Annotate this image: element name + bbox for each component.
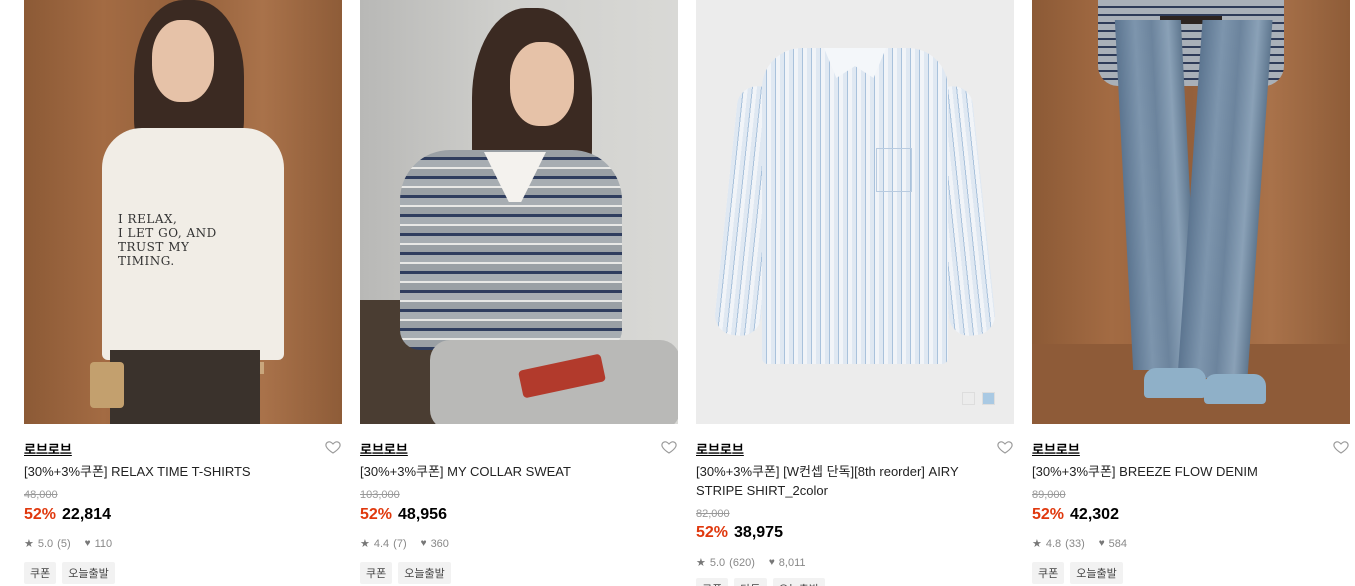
like-count: 584 [1108,537,1128,550]
brand-name[interactable]: 로브로브 [696,439,744,458]
product-card-airy-stripe-shirt[interactable]: 로브로브 [30%+3%쿠폰] [W컨셉 단독][8th reorder] AI… [696,0,1014,586]
original-price: 82,000 [696,508,730,520]
brand-name[interactable]: 로브로브 [1032,439,1080,458]
discount-rate: 52% [1032,506,1065,523]
tag-list: 쿠폰 오늘출발 [360,562,451,584]
sneaker-right [1204,374,1266,404]
like-count: 8,011 [778,556,806,569]
rating-row: ★ 5.0 (5) ♥ 110 [24,537,113,551]
product-image[interactable] [1032,0,1350,424]
like-icon: ♥ [84,538,91,549]
like-count: 360 [430,537,449,550]
product-title[interactable]: [30%+3%쿠폰] MY COLLAR SWEAT [360,462,660,481]
tshirt-print-text: I RELAX, I LET GO, AND TRUST MY TIMING. [118,212,217,268]
heart-icon[interactable] [660,438,678,456]
product-title[interactable]: [30%+3%쿠폰] BREEZE FLOW DENIM [1032,462,1332,481]
tag-list: 쿠폰 단독 오늘출발 [696,578,825,586]
tag-today-ship: 오늘출발 [772,578,825,586]
like-icon: ♥ [420,538,427,549]
rating-row: ★ 4.8 (33) ♥ 584 [1032,537,1128,551]
review-count: (620) [729,556,755,569]
price-row: 52% 38,975 [696,524,783,542]
tag-coupon: 쿠폰 [360,562,393,584]
review-count: (7) [393,537,407,550]
product-title[interactable]: [30%+3%쿠폰] [W컨셉 단독][8th reorder] AIRY ST… [696,462,996,500]
review-count: (5) [57,537,71,550]
color-swatch-white[interactable] [962,392,975,405]
sale-price: 42,302 [1070,506,1119,523]
brand-name[interactable]: 로브로브 [360,439,408,458]
sneaker-left [1144,368,1206,398]
brand-name[interactable]: 로브로브 [24,439,72,458]
product-card-my-collar-sweat[interactable]: 로브로브 [30%+3%쿠폰] MY COLLAR SWEAT 103,000 … [360,0,678,584]
star-icon: ★ [360,538,370,550]
tag-exclusive: 단독 [734,578,767,586]
product-title[interactable]: [30%+3%쿠폰] RELAX TIME T-SHIRTS [24,462,324,481]
tag-today-ship: 오늘출발 [1070,562,1123,584]
pants [110,350,260,424]
shirt-pocket [876,148,912,192]
color-swatch-blue[interactable] [982,392,995,405]
rating: 4.8 [1045,537,1062,550]
product-image[interactable]: I RELAX, I LET GO, AND TRUST MY TIMING. [24,0,342,424]
product-image[interactable] [360,0,678,424]
tag-coupon: 쿠폰 [1032,562,1065,584]
like-icon: ♥ [768,557,775,568]
price-row: 52% 42,302 [1032,506,1119,524]
tag-coupon: 쿠폰 [24,562,57,584]
rating-row: ★ 4.4 (7) ♥ 360 [360,537,449,551]
original-price: 89,000 [1032,489,1066,501]
rating: 5.0 [709,556,726,569]
star-icon: ★ [696,557,706,569]
review-count: (33) [1065,537,1085,550]
rating: 5.0 [37,537,54,550]
like-icon: ♥ [1098,538,1105,549]
striped-shirt [762,48,948,364]
tag-today-ship: 오늘출발 [398,562,451,584]
original-price: 103,000 [360,489,400,501]
discount-rate: 52% [696,524,729,541]
tag-list: 쿠폰 오늘출발 [1032,562,1123,584]
heart-icon[interactable] [324,438,342,456]
original-price: 48,000 [24,489,58,501]
tag-list: 쿠폰 오늘출발 [24,562,115,584]
price-row: 52% 22,814 [24,506,111,524]
sale-price: 48,956 [398,506,447,523]
heart-icon[interactable] [1332,438,1350,456]
discount-rate: 52% [24,506,57,523]
pouch [90,362,124,408]
product-image[interactable] [696,0,1014,424]
product-card-relax-time-tshirts[interactable]: I RELAX, I LET GO, AND TRUST MY TIMING. … [24,0,342,584]
model-face [510,42,574,126]
price-row: 52% 48,956 [360,506,447,524]
like-count: 110 [94,537,113,550]
model-face [152,20,214,102]
rating-row: ★ 5.0 (620) ♥ 8,011 [696,556,806,570]
discount-rate: 52% [360,506,393,523]
tag-coupon: 쿠폰 [696,578,729,586]
sale-price: 22,814 [62,506,111,523]
tag-today-ship: 오늘출발 [62,562,115,584]
star-icon: ★ [1032,538,1042,550]
product-card-breeze-flow-denim[interactable]: 로브로브 [30%+3%쿠폰] BREEZE FLOW DENIM 89,000… [1032,0,1350,584]
star-icon: ★ [24,538,34,550]
rating: 4.4 [373,537,390,550]
heart-icon[interactable] [996,438,1014,456]
sale-price: 38,975 [734,524,783,541]
